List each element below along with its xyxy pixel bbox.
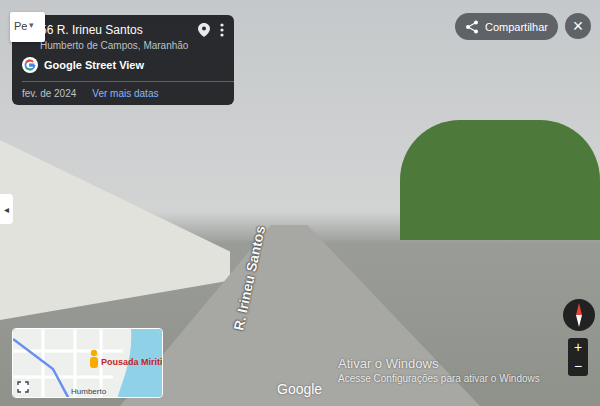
compass-icon[interactable] [562, 298, 596, 332]
location-card: 56 R. Irineu SantosHumberto de Campos, M… [12, 15, 234, 105]
share-icon [465, 20, 479, 34]
zoom-control: +− [568, 338, 588, 376]
capture-date: fev. de 2024 [22, 88, 76, 99]
map-town-label: Humberto [71, 387, 106, 396]
source-label: Google Street View [44, 59, 144, 71]
houses [0, 140, 230, 320]
windows-activation-notice: Ativar o Windows Acesse Configurações par… [338, 356, 540, 384]
dropdown-arrow[interactable]: ▾ [29, 20, 34, 30]
google-watermark: Google [277, 381, 322, 397]
date-row: fev. de 2024 Ver mais datas [22, 88, 224, 99]
share-label: Compartilhar [485, 21, 548, 33]
divider [22, 81, 234, 82]
notice-line: Ativar o Windows [338, 356, 540, 371]
search-text: Pe [14, 20, 27, 32]
zoom-in-button[interactable]: + [574, 338, 582, 357]
pegman-icon[interactable] [87, 349, 101, 369]
google-logo-icon [22, 57, 38, 73]
map-place-label[interactable]: Pousada Miriti [101, 357, 163, 367]
trees [400, 120, 600, 240]
address-row: 56 R. Irineu Santos [40, 23, 224, 37]
source-row: Google Street View [22, 57, 224, 73]
more-dates-link[interactable]: Ver mais datas [92, 88, 158, 99]
address: 56 R. Irineu Santos [40, 23, 192, 37]
minimap[interactable]: Pousada Miriti Humberto [12, 328, 163, 398]
more-icon[interactable] [220, 23, 224, 37]
street-view[interactable]: R. Irineu Santos56 R. Irineu SantosHumbe… [0, 0, 600, 406]
fullscreen-icon[interactable] [17, 381, 29, 393]
search-box[interactable]: Pe▾ [10, 12, 45, 42]
side-toggle[interactable]: ◂ [0, 194, 13, 224]
notice-line: Acesse Configurações para ativar o Windo… [338, 373, 540, 384]
share-button[interactable]: Compartilhar [455, 13, 558, 40]
zoom-out-button[interactable]: − [574, 357, 582, 376]
close-button[interactable]: × [565, 13, 591, 39]
pin-icon[interactable] [198, 23, 210, 37]
